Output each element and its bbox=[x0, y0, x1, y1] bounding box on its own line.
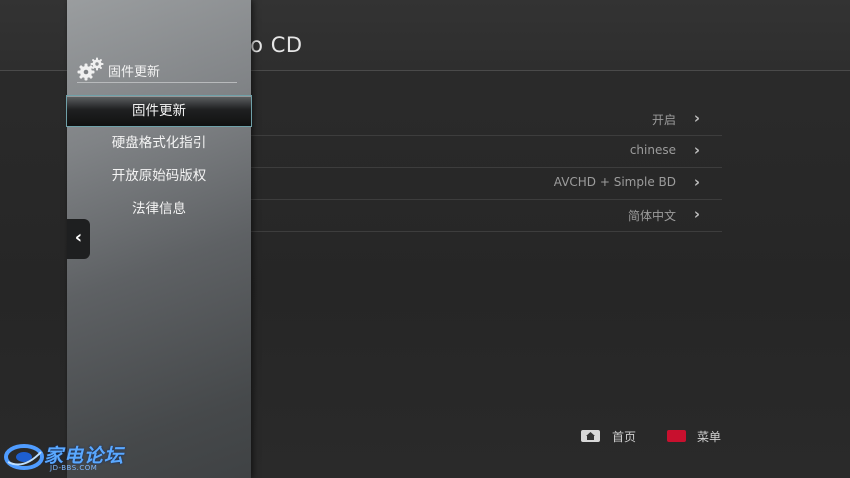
menu-item-open-source-license[interactable]: 开放原始码版权 bbox=[67, 161, 251, 191]
settings-row[interactable]: 简体中文 › bbox=[250, 200, 722, 232]
chevron-right-icon: › bbox=[693, 109, 700, 127]
screen: dio CD 开启 › chinese › AVCHD + Simple BD … bbox=[0, 0, 850, 478]
panel-title: 固件更新 bbox=[108, 65, 161, 80]
chevron-left-icon: ‹ bbox=[74, 227, 83, 248]
menu-item-legal-info[interactable]: 法律信息 bbox=[67, 194, 251, 224]
chevron-right-icon: › bbox=[693, 173, 700, 191]
home-label: 首页 bbox=[612, 430, 637, 444]
menu-item-disk-format-guide[interactable]: 硬盘格式化指引 bbox=[67, 128, 251, 158]
settings-list: 开启 › chinese › AVCHD + Simple BD › 简体中文 … bbox=[250, 104, 722, 232]
setting-value: 开启 bbox=[651, 113, 676, 127]
chevron-right-icon: › bbox=[693, 141, 700, 159]
setting-value: AVCHD + Simple BD bbox=[553, 175, 676, 189]
watermark-swoosh-icon bbox=[4, 444, 44, 470]
red-key-icon[interactable] bbox=[667, 430, 686, 442]
side-panel: 固件更新 固件更新 硬盘格式化指引 开放原始码版权 法律信息 bbox=[66, 0, 252, 478]
gear-icon bbox=[77, 57, 104, 81]
watermark-logo: 家电论坛 JD-BBS.COM bbox=[4, 440, 128, 474]
settings-row[interactable]: 开启 › bbox=[250, 104, 722, 136]
menu-item-firmware-update[interactable]: 固件更新 bbox=[66, 95, 252, 127]
chevron-right-icon: › bbox=[693, 205, 700, 223]
back-button[interactable]: ‹ bbox=[67, 219, 90, 259]
menu-label: 菜单 bbox=[697, 430, 722, 444]
watermark-subtext: JD-BBS.COM bbox=[50, 464, 98, 472]
setting-value: chinese bbox=[629, 143, 676, 157]
panel-header: 固件更新 bbox=[77, 56, 237, 83]
setting-value: 简体中文 bbox=[627, 209, 676, 223]
settings-row[interactable]: chinese › bbox=[250, 136, 722, 168]
settings-row[interactable]: AVCHD + Simple BD › bbox=[250, 168, 722, 200]
home-icon[interactable] bbox=[581, 430, 600, 442]
